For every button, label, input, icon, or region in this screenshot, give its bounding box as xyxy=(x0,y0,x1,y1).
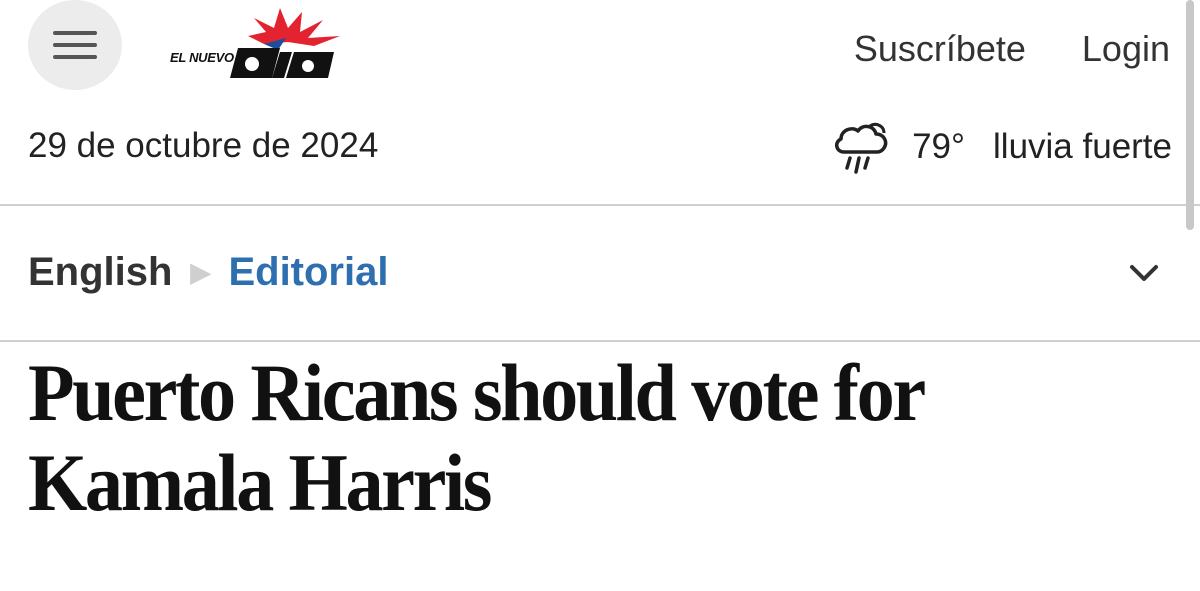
header-divider xyxy=(0,204,1200,206)
breadcrumb: English ▶ Editorial xyxy=(28,250,388,295)
breadcrumb-item-editorial[interactable]: Editorial xyxy=(228,250,388,295)
subscribe-link[interactable]: Suscríbete xyxy=(854,28,1026,70)
logo-graphic xyxy=(230,8,340,78)
weather-description: lluvia fuerte xyxy=(993,127,1172,166)
site-logo[interactable]: EL NUEVO xyxy=(168,6,343,82)
current-date: 29 de octubre de 2024 xyxy=(28,126,379,165)
menu-button[interactable] xyxy=(28,0,122,90)
header-actions: Suscríbete Login xyxy=(854,28,1170,70)
breadcrumb-divider xyxy=(0,340,1200,342)
breadcrumb-item-english[interactable]: English xyxy=(28,250,172,295)
scrollbar[interactable] xyxy=(1186,0,1194,230)
logo-small-text: EL NUEVO xyxy=(170,50,234,65)
triangle-right-icon: ▶ xyxy=(190,257,211,287)
hamburger-menu-icon xyxy=(53,31,97,59)
weather-widget[interactable]: 79° lluvia fuerte xyxy=(830,116,1172,178)
login-link[interactable]: Login xyxy=(1082,28,1170,70)
article-headline: Puerto Ricans should vote for Kamala Har… xyxy=(28,347,925,528)
weather-temperature: 79° xyxy=(912,127,966,166)
chevron-down-icon[interactable] xyxy=(1126,258,1162,288)
heavy-rain-cloud-icon xyxy=(835,122,888,174)
